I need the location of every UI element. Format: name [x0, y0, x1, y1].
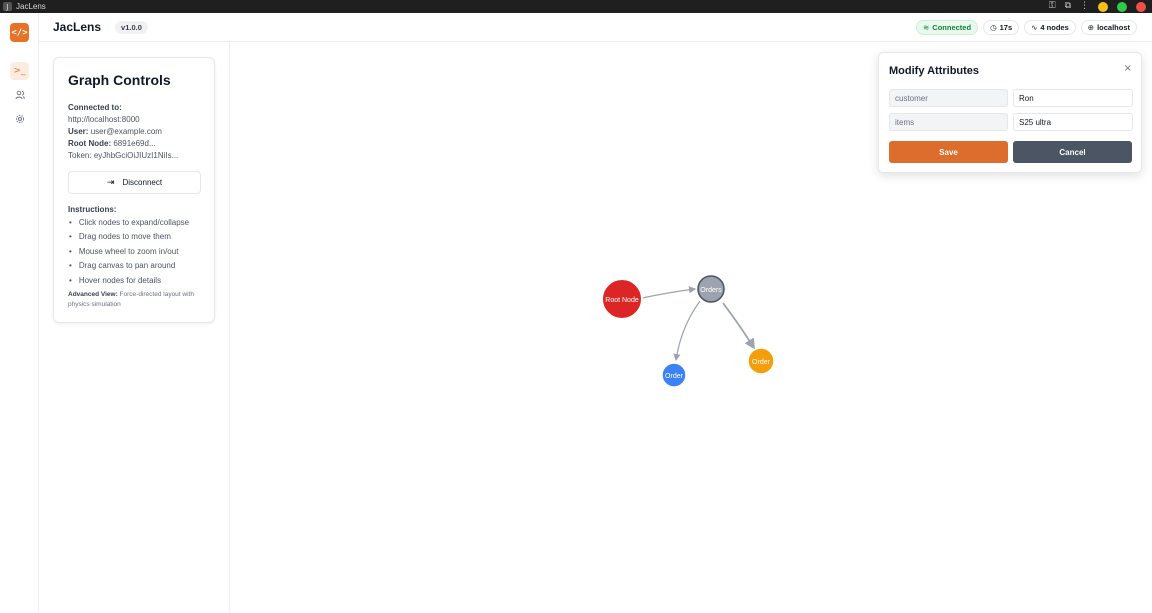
graph-edge: [673, 300, 701, 362]
node-label: Orders: [700, 287, 722, 294]
graph-node-order-blue[interactable]: Order: [661, 362, 687, 388]
brand-name: JacLens: [53, 20, 102, 34]
users-icon[interactable]: [10, 86, 29, 104]
more-options-icon[interactable]: ⋮: [1080, 0, 1089, 13]
app-logo[interactable]: </>: [10, 23, 29, 42]
list-item: Hover nodes for details: [68, 274, 189, 288]
list-item: Click nodes to expand/collapse: [68, 216, 189, 230]
instructions-label: Instructions:: [68, 205, 117, 214]
graph-node-orders[interactable]: Orders: [697, 275, 725, 303]
connected-to-label: Connected to:: [68, 103, 122, 112]
token-label: Token:: [68, 151, 92, 160]
token-value: eyJhbGciOiJIUzI1NiIs...: [93, 151, 179, 160]
root-node-value: 6891e69d...: [113, 139, 156, 148]
maximize-button[interactable]: [1117, 1, 1127, 12]
node-label: Order: [752, 359, 771, 366]
attribute-key-field[interactable]: customer: [889, 89, 1008, 107]
host-badge: ⊕ localhost: [1080, 20, 1137, 35]
root-node-label: Root Node:: [68, 139, 112, 148]
controls-pane: Graph Controls Connected to: http://loca…: [39, 42, 230, 613]
graph-edge: [641, 286, 697, 299]
logout-icon: ⇥: [106, 177, 115, 188]
minimize-button[interactable]: [1098, 1, 1108, 12]
dialog-title: Modify Attributes: [889, 65, 980, 77]
uptime-badge: ◷ 17s: [983, 20, 1020, 35]
connection-info: Connected to: http://localhost:8000 User…: [68, 102, 208, 162]
activity-icon: ∿: [1031, 23, 1038, 32]
settings-icon[interactable]: [10, 110, 29, 128]
instructions-list: Click nodes to expand/collapse Drag node…: [68, 216, 189, 288]
close-icon[interactable]: ×: [1124, 63, 1132, 74]
graph-node-root[interactable]: Root Node: [601, 278, 643, 320]
top-header: JacLens v1.0.0 ≋ Connected ◷ 17s ∿ 4 nod…: [39, 13, 1152, 42]
window-titlebar: J JacLens ⚿ ⧉ ⋮: [0, 0, 1152, 13]
clock-icon: ◷: [990, 23, 997, 32]
attribute-key-field[interactable]: items: [889, 113, 1008, 131]
key-icon[interactable]: ⚿: [1049, 0, 1056, 13]
node-count-badge: ∿ 4 nodes: [1024, 20, 1076, 35]
user-label: User:: [68, 127, 89, 136]
attribute-value-field[interactable]: S25 ultra: [1013, 113, 1133, 131]
controls-title: Graph Controls: [68, 72, 171, 88]
user-value: user@example.com: [90, 127, 162, 136]
attribute-value-field[interactable]: Ron: [1013, 89, 1133, 107]
graph-controls-card: Graph Controls Connected to: http://loca…: [53, 57, 215, 323]
server-url: http://localhost:8000: [68, 115, 140, 124]
disconnect-button[interactable]: ⇥ Disconnect: [68, 171, 201, 194]
advanced-view-note: Advanced View: Force-directed layout wit…: [68, 290, 208, 309]
close-window-button[interactable]: [1136, 1, 1146, 12]
node-label: Order: [665, 373, 684, 380]
node-label: Root Node: [605, 297, 639, 304]
extension-icon[interactable]: ⧉: [1065, 0, 1071, 13]
app-icon: J: [3, 2, 12, 11]
terminal-icon[interactable]: >_: [10, 62, 29, 80]
list-item: Mouse wheel to zoom in/out: [68, 245, 189, 259]
advanced-view-label: Advanced View:: [68, 291, 118, 298]
window-title: JacLens: [16, 2, 46, 11]
version-badge: v1.0.0: [115, 20, 148, 34]
cancel-button[interactable]: Cancel: [1013, 141, 1132, 163]
icon-rail: </> >_: [0, 13, 39, 613]
connection-status-badge: ≋ Connected: [916, 20, 979, 35]
globe-icon: ⊕: [1087, 23, 1095, 32]
list-item: Drag nodes to move them: [68, 230, 189, 244]
wifi-icon: ≋: [923, 23, 930, 32]
graph-edge: [722, 302, 755, 350]
modify-attributes-dialog: Modify Attributes × customer Ron items S…: [878, 52, 1142, 173]
list-item: Drag canvas to pan around: [68, 259, 189, 273]
save-button[interactable]: Save: [889, 141, 1008, 163]
graph-node-order-orange[interactable]: Order: [747, 347, 775, 375]
